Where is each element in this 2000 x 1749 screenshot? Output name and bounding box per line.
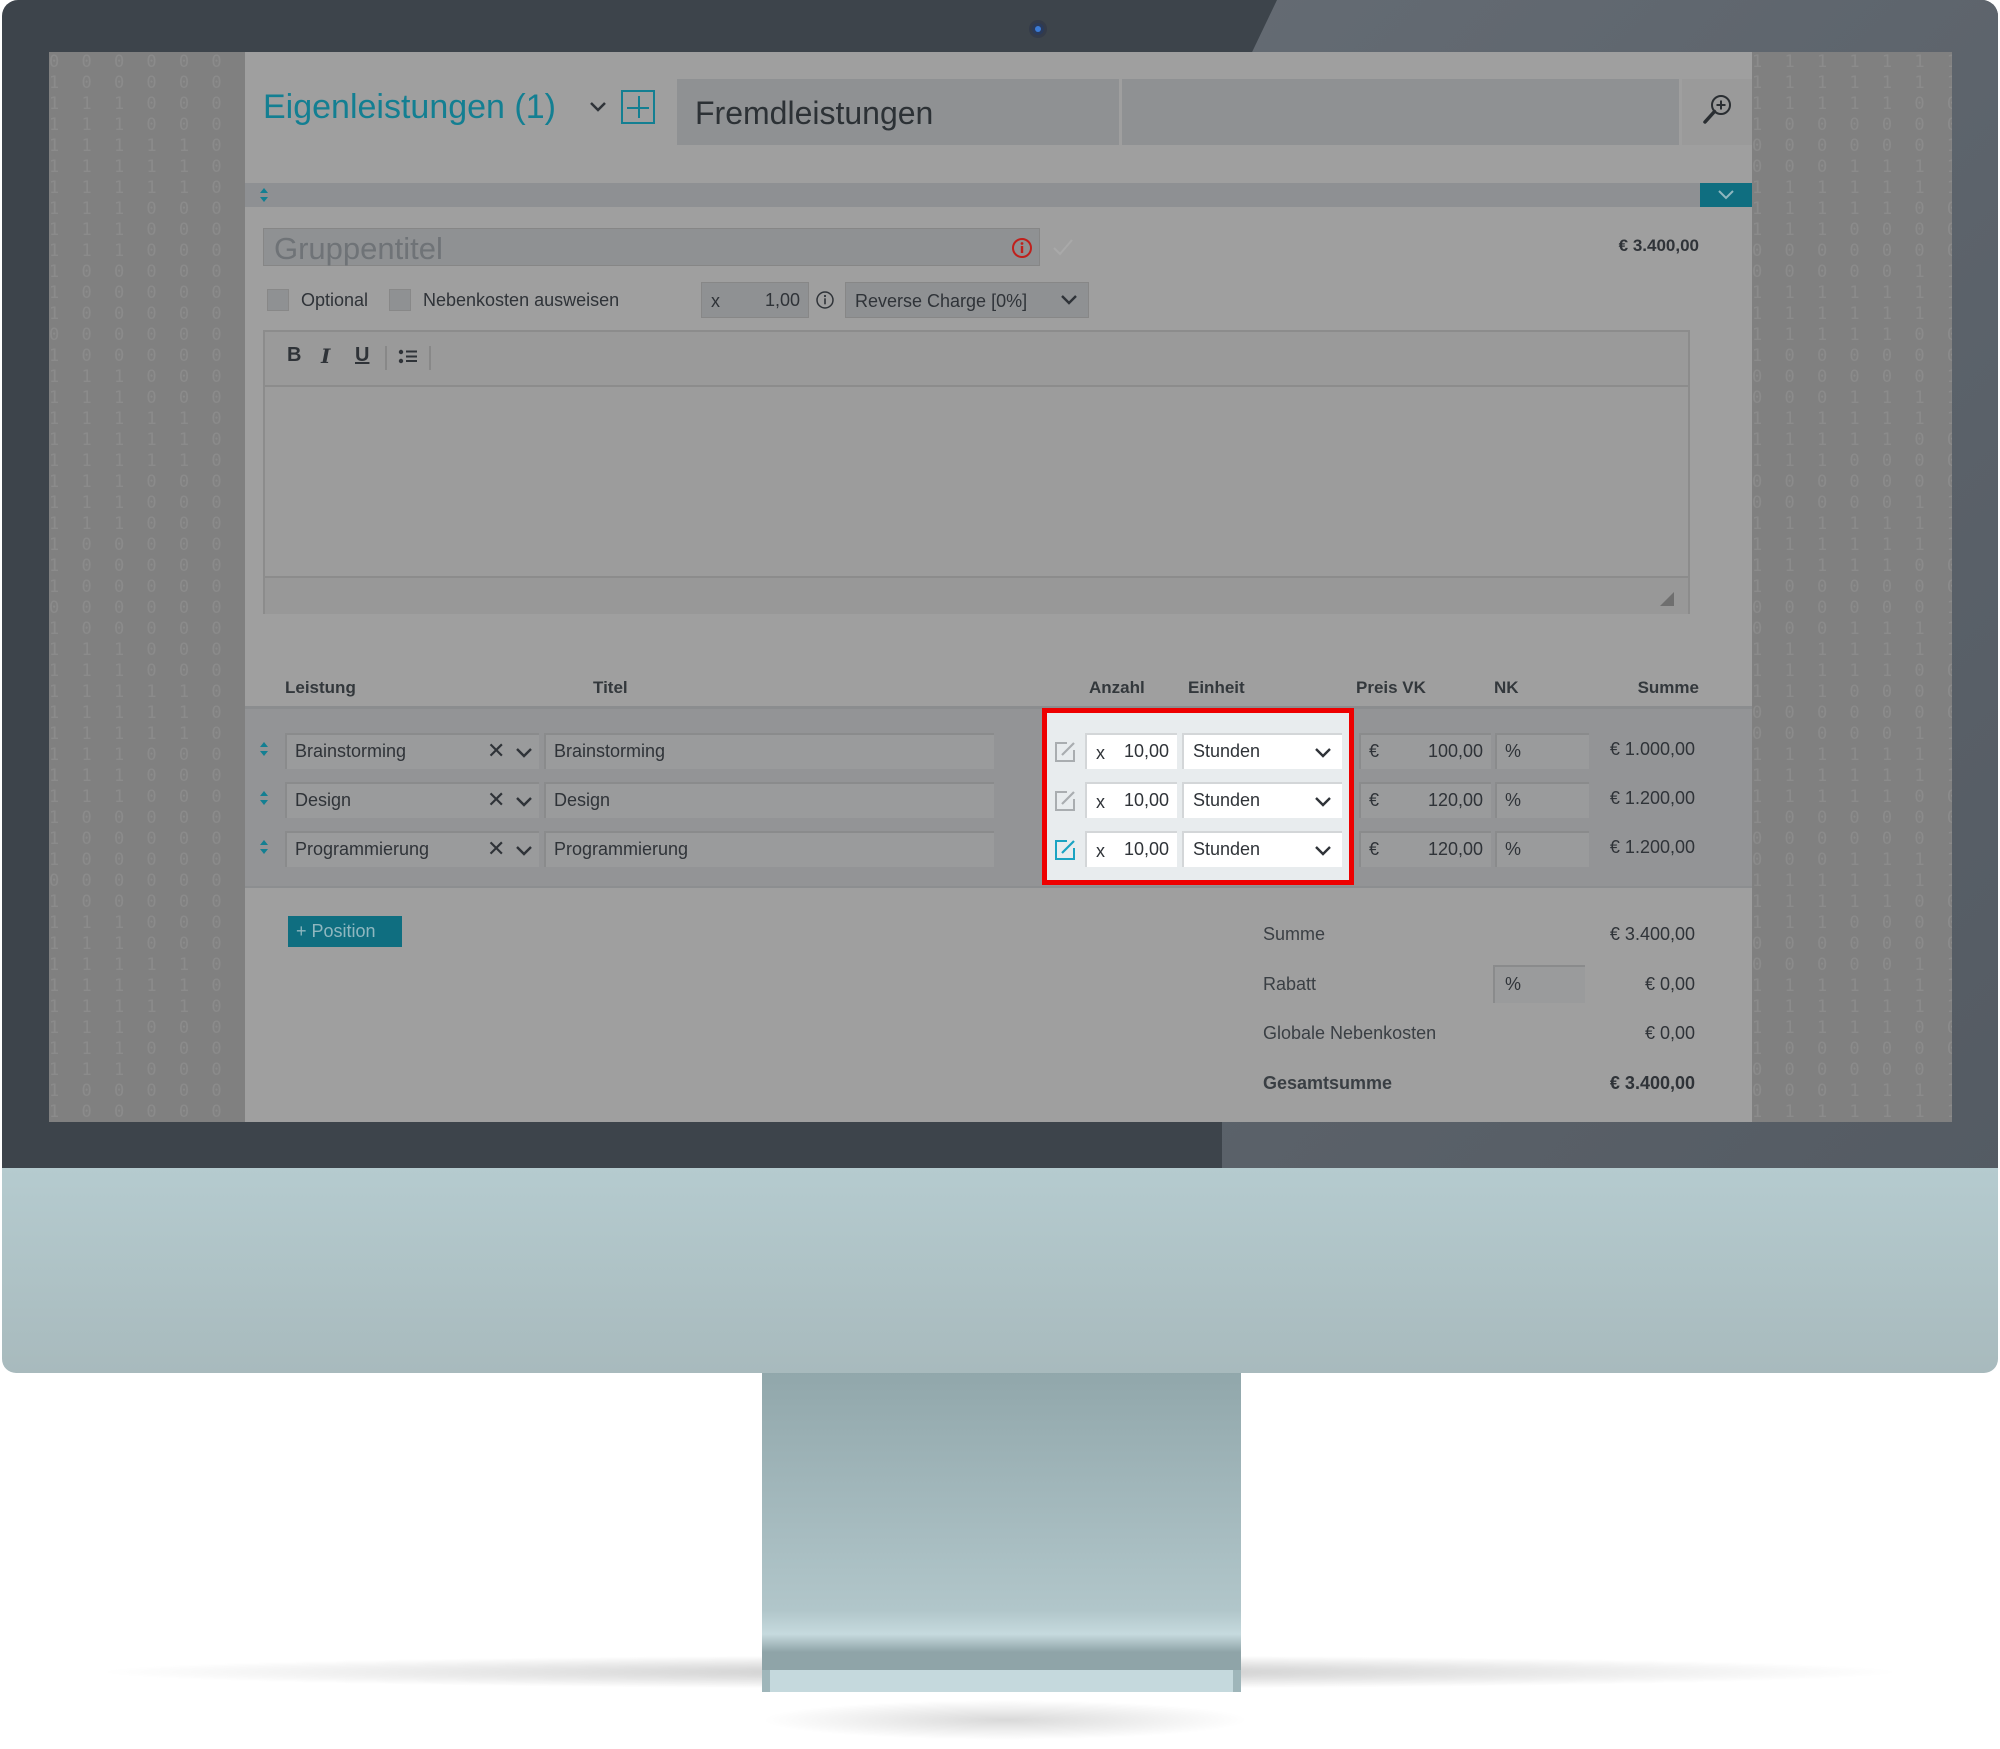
stand-shadow bbox=[760, 1700, 1250, 1740]
anzahl-value: 10,00 bbox=[1123, 790, 1169, 810]
underline-button[interactable]: U bbox=[355, 344, 369, 367]
summary-summe-value: € 3.400,00 bbox=[1609, 924, 1695, 944]
monitor-stand-foot bbox=[762, 1670, 1241, 1692]
summary-summe-label: Summe bbox=[1263, 924, 1326, 944]
editor-toolbar: B I U bbox=[265, 332, 1688, 387]
sort-handle-icon[interactable] bbox=[259, 187, 269, 203]
description-editor: B I U bbox=[263, 330, 1690, 614]
col-header-summe: Summe bbox=[1637, 678, 1699, 697]
group-title-input[interactable]: Gruppentitel bbox=[263, 228, 1040, 266]
summary-gesamt-label: Gesamtsumme bbox=[1263, 1073, 1393, 1093]
chevron-down-icon bbox=[1315, 797, 1331, 807]
einheit-value: Stunden bbox=[1193, 790, 1261, 810]
tax-select[interactable]: Reverse Charge [0%] bbox=[845, 282, 1089, 318]
zoom-in-icon bbox=[1703, 95, 1731, 124]
summary-gesamt-value: € 3.400,00 bbox=[1609, 1073, 1695, 1093]
summary-nebenkosten-label: Globale Nebenkosten bbox=[1263, 1023, 1437, 1043]
bold-button[interactable]: B bbox=[287, 344, 301, 367]
summary-nebenkosten-value: € 0,00 bbox=[1644, 1023, 1695, 1043]
tab-fremdleistungen-label: Fremdleistungen bbox=[695, 95, 934, 131]
optional-label: Optional bbox=[301, 290, 369, 310]
einheit-value: Stunden bbox=[1193, 839, 1261, 859]
col-header-nk: NK bbox=[1494, 678, 1519, 697]
monitor-chin bbox=[2, 1168, 1998, 1373]
bullet-list-icon[interactable] bbox=[398, 348, 418, 366]
editor-statusbar bbox=[265, 576, 1688, 614]
edit-icon[interactable] bbox=[1053, 789, 1077, 813]
tab-placeholder bbox=[1122, 79, 1679, 145]
add-position-label: + Position bbox=[296, 921, 376, 941]
edit-icon[interactable] bbox=[1053, 838, 1077, 862]
multiplier-prefix: x bbox=[711, 291, 720, 311]
search-button[interactable] bbox=[1682, 79, 1752, 145]
anzahl-input[interactable]: x 10,00 bbox=[1085, 831, 1177, 867]
col-header-preis: Preis VK bbox=[1356, 678, 1426, 697]
anzahl-value: 10,00 bbox=[1123, 741, 1169, 761]
confirm-check-icon[interactable] bbox=[1051, 236, 1075, 258]
chevron-down-icon[interactable] bbox=[587, 96, 609, 118]
nebenkosten-checkbox[interactable] bbox=[389, 289, 411, 311]
rabatt-unit: % bbox=[1505, 974, 1522, 994]
multiplier-value: 1,00 bbox=[764, 290, 800, 310]
col-header-anzahl: Anzahl bbox=[1089, 678, 1145, 697]
group-multiplier-input[interactable]: x 1,00 bbox=[701, 282, 809, 318]
editor-content-area[interactable] bbox=[265, 387, 1688, 574]
edit-icon[interactable] bbox=[1053, 740, 1077, 764]
add-tab-button[interactable] bbox=[621, 90, 655, 124]
table-row-quantity: x 10,00 Stunden bbox=[245, 831, 1752, 871]
tab-fremdleistungen[interactable]: Fremdleistungen bbox=[677, 79, 1119, 145]
chevron-down-icon bbox=[1718, 190, 1734, 200]
table-footer-divider bbox=[245, 886, 1752, 888]
binary-pattern-right: 1 1 1 1 1 1 1 1 1 1 1 1 1 1 1 1 1 0 1 1 … bbox=[1752, 52, 1952, 1122]
group-drag-bar[interactable] bbox=[245, 183, 1752, 207]
toolbar-divider bbox=[429, 346, 431, 370]
summary-rabatt-label: Rabatt bbox=[1263, 974, 1317, 994]
anzahl-input[interactable]: x 10,00 bbox=[1085, 733, 1177, 769]
anzahl-value: 10,00 bbox=[1123, 839, 1169, 859]
monitor-stand bbox=[762, 1372, 1241, 1670]
optional-checkbox[interactable] bbox=[267, 289, 289, 311]
toolbar-divider bbox=[385, 346, 387, 370]
einheit-select[interactable]: Stunden bbox=[1182, 831, 1342, 867]
chevron-down-icon bbox=[1061, 295, 1077, 305]
chevron-down-icon bbox=[1315, 748, 1331, 758]
collapse-group-button[interactable] bbox=[1700, 183, 1752, 207]
binary-pattern-left: 0 0 0 0 0 0 0 0 0 0 1 0 0 0 0 0 0 0 0 0 … bbox=[49, 52, 245, 1122]
italic-button[interactable]: I bbox=[321, 344, 330, 368]
nebenkosten-label: Nebenkosten ausweisen bbox=[423, 290, 620, 310]
col-header-einheit: Einheit bbox=[1188, 678, 1245, 697]
screen: 0 0 0 0 0 0 0 0 0 0 1 0 0 0 0 0 0 0 0 0 … bbox=[49, 52, 1952, 1122]
tax-select-value: Reverse Charge [0%] bbox=[855, 291, 1028, 311]
table-row-quantity: x 10,00 Stunden bbox=[245, 782, 1752, 822]
resize-handle-icon[interactable] bbox=[1660, 592, 1674, 606]
error-info-icon[interactable] bbox=[1011, 237, 1033, 259]
summary-rabatt-value: € 0,00 bbox=[1644, 974, 1695, 994]
anzahl-input[interactable]: x 10,00 bbox=[1085, 782, 1177, 818]
group-total: € 3.400,00 bbox=[1618, 236, 1699, 255]
tab-eigenleistungen[interactable]: Eigenleistungen (1) bbox=[263, 88, 556, 127]
info-icon[interactable] bbox=[815, 290, 835, 310]
anzahl-prefix: x bbox=[1096, 743, 1105, 763]
einheit-value: Stunden bbox=[1193, 741, 1261, 761]
add-position-button[interactable]: + Position bbox=[288, 916, 402, 947]
chevron-down-icon bbox=[1315, 846, 1331, 856]
einheit-select[interactable]: Stunden bbox=[1182, 782, 1342, 818]
einheit-select[interactable]: Stunden bbox=[1182, 733, 1342, 769]
webcam-icon bbox=[1032, 23, 1044, 35]
col-header-titel: Titel bbox=[593, 678, 628, 697]
offer-editor: Eigenleistungen (1) Fremdleistungen Grup… bbox=[245, 52, 1752, 1122]
group-title-placeholder: Gruppentitel bbox=[274, 231, 443, 266]
anzahl-prefix: x bbox=[1096, 841, 1105, 861]
table-row-quantity: x 10,00 Stunden bbox=[245, 733, 1752, 773]
col-header-leistung: Leistung bbox=[285, 678, 356, 697]
anzahl-prefix: x bbox=[1096, 792, 1105, 812]
